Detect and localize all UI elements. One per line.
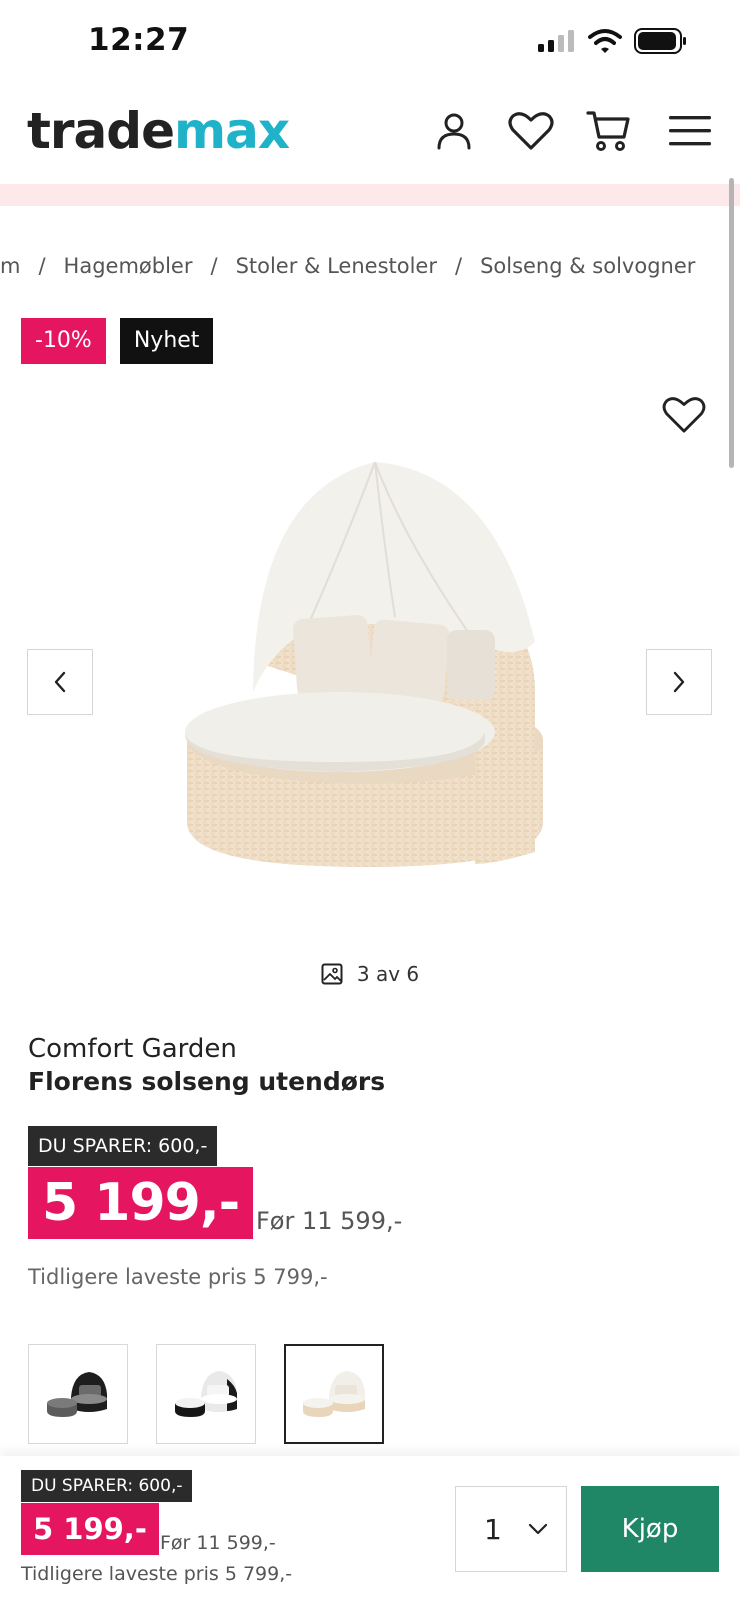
buy-button[interactable]: Kjøp <box>581 1486 719 1572</box>
menu-icon[interactable] <box>667 108 713 154</box>
buybar-savings-tag: DU SPARER: 600,- <box>21 1470 193 1502</box>
breadcrumb: m / Hagemøbler / Stoler & Lenestoler / Solseng… <box>0 254 740 278</box>
buybar-lowest-previous-price: Tidligere laveste pris 5 799,- <box>21 1563 293 1585</box>
breadcrumb-separator: / <box>38 254 46 278</box>
wishlist-heart-icon[interactable] <box>508 108 554 154</box>
breadcrumb-item-solseng[interactable]: Solseng & solvogner <box>480 254 695 278</box>
savings-tag: DU SPARER: 600,- <box>28 1126 218 1166</box>
product-brand[interactable]: Comfort Garden <box>28 1034 237 1064</box>
quantity-value: 1 <box>484 1512 502 1546</box>
variant-selector <box>28 1344 384 1444</box>
chevron-down-icon <box>528 1523 548 1535</box>
chevron-left-icon <box>54 671 66 693</box>
discount-badge: -10% <box>21 318 106 364</box>
add-to-wishlist-heart-icon[interactable] <box>662 396 710 442</box>
variant-thumbnail-black-grey[interactable] <box>28 1344 128 1444</box>
wifi-icon <box>588 29 622 53</box>
buybar-current-price: 5 199,- <box>21 1503 159 1555</box>
status-bar: 12:27 <box>0 0 740 88</box>
status-icons <box>538 28 688 54</box>
site-header: trademax <box>0 88 740 184</box>
image-icon <box>321 963 343 985</box>
breadcrumb-separator: / <box>210 254 218 278</box>
logo-part-trade: trade <box>27 102 175 160</box>
battery-icon <box>634 28 686 54</box>
status-time: 12:27 <box>88 22 190 58</box>
new-badge: Nyhet <box>119 318 214 364</box>
breadcrumb-separator: / <box>454 254 463 278</box>
logo-part-max: max <box>174 102 290 160</box>
quantity-select[interactable]: 1 <box>455 1486 567 1572</box>
current-price: 5 199,- <box>28 1167 254 1239</box>
chevron-right-icon <box>673 671 685 693</box>
breadcrumb-item-stoler[interactable]: Stoler & Lenestoler <box>236 254 437 278</box>
signal-icon <box>538 30 574 52</box>
cart-icon[interactable] <box>585 108 631 154</box>
scrollbar[interactable] <box>729 178 734 468</box>
lowest-previous-price: Tidligere laveste pris 5 799,- <box>28 1265 328 1289</box>
breadcrumb-item[interactable]: m <box>0 254 20 278</box>
gallery-prev-button[interactable] <box>27 649 93 715</box>
product-image-daybed[interactable] <box>175 462 555 892</box>
gallery-next-button[interactable] <box>646 649 712 715</box>
buybar-previous-price: Før 11 599,- <box>160 1532 276 1554</box>
breadcrumb-item-hagemobler[interactable]: Hagemøbler <box>64 254 193 278</box>
gallery-counter: 3 av 6 <box>0 962 740 986</box>
promo-strip <box>0 184 740 206</box>
previous-price: Før 11 599,- <box>256 1207 403 1235</box>
user-icon[interactable] <box>431 108 477 154</box>
product-badges: -10% Nyhet <box>21 318 214 364</box>
gallery-counter-text: 3 av 6 <box>356 962 420 986</box>
sticky-buy-bar: DU SPARER: 600,- 5 199,- Før 11 599,- Ti… <box>0 1456 740 1600</box>
trademax-logo[interactable]: trademax <box>27 102 290 160</box>
variant-thumbnail-black-white[interactable] <box>156 1344 256 1444</box>
variant-thumbnail-beige[interactable] <box>284 1344 384 1444</box>
product-title: Florens solseng utendørs <box>28 1067 386 1096</box>
